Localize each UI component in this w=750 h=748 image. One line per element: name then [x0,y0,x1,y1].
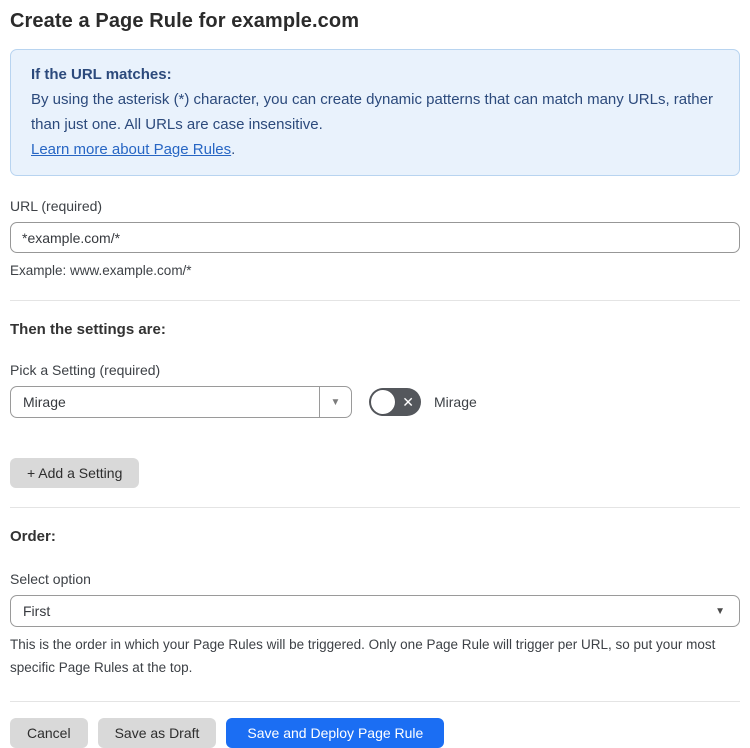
cancel-button[interactable]: Cancel [10,718,88,748]
info-box-body: By using the asterisk (*) character, you… [31,91,713,133]
order-helper-text: This is the order in which your Page Rul… [10,637,716,675]
toggle-knob [371,390,395,414]
setting-row: Mirage ▼ ✕ Mirage [10,386,740,418]
link-period: . [231,141,236,158]
footer-actions: Cancel Save as Draft Save and Deploy Pag… [10,718,740,748]
divider [10,507,740,508]
x-icon: ✕ [402,394,414,410]
info-box-link-line: Learn more about Page Rules. [31,137,719,162]
order-section-heading: Order: [10,528,56,545]
setting-combobox-value: Mirage [23,394,66,410]
chevron-down-icon: ▼ [715,605,725,617]
mirage-toggle[interactable]: ✕ [369,388,421,416]
order-select[interactable]: First ▼ [10,595,740,627]
add-setting-button[interactable]: + Add a Setting [10,458,140,488]
select-option-label: Select option [10,571,91,587]
info-box-heading: If the URL matches: [31,66,172,83]
url-field-helper: Example: www.example.com/* [10,263,192,278]
url-field-label: URL (required) [10,198,103,214]
settings-section-heading: Then the settings are: [10,321,166,338]
save-and-deploy-button[interactable]: Save and Deploy Page Rule [226,718,445,748]
url-match-info-box: If the URL matches: By using the asteris… [10,49,740,176]
page-title: Create a Page Rule for example.com [10,10,360,32]
order-select-value: First [23,603,51,619]
toggle-label: Mirage [434,394,477,410]
learn-more-link[interactable]: Learn more about Page Rules [31,141,231,158]
divider [10,300,740,301]
setting-combobox-arrow-button[interactable]: ▼ [319,387,351,417]
setting-combobox[interactable]: Mirage ▼ [10,386,352,418]
chevron-down-icon: ▼ [330,396,341,408]
url-input[interactable] [10,222,740,253]
save-as-draft-button[interactable]: Save as Draft [97,718,217,748]
divider [10,701,740,702]
pick-setting-label: Pick a Setting (required) [10,362,161,378]
